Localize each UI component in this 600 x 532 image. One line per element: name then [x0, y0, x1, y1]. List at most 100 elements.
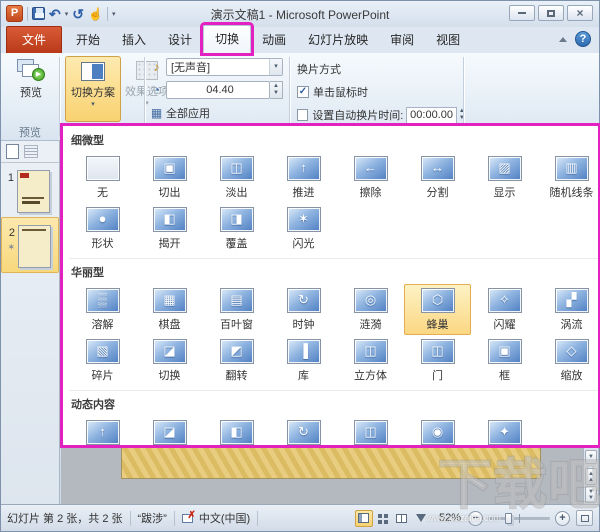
transition-item[interactable]: ▞ 涡流: [538, 284, 598, 335]
tab-item[interactable]: 动画: [251, 27, 297, 53]
close-button[interactable]: ×: [567, 5, 593, 21]
slide-canvas[interactable]: [121, 448, 541, 479]
spin-down-icon[interactable]: ▼: [457, 115, 467, 122]
sound-dropdown[interactable]: [无声音] ▾: [166, 57, 283, 76]
transition-item[interactable]: ↑ 推进: [270, 152, 337, 203]
transition-indicator-star-icon[interactable]: ✶: [5, 242, 15, 253]
auto-advance-time-input[interactable]: 00:00.00: [406, 106, 457, 124]
on-mouse-click-option[interactable]: ✓ 单击鼠标时: [297, 82, 467, 102]
zoom-slider-thumb[interactable]: [504, 512, 512, 524]
tab-active[interactable]: 切换: [203, 25, 252, 53]
auto-advance-option[interactable]: 设置自动换片时间: 00:00.00 ▲ ▼: [297, 105, 467, 125]
transition-item[interactable]: ◪ 切换: [136, 335, 203, 386]
theme-name[interactable]: “跋涉”: [138, 510, 167, 526]
spin-up-icon[interactable]: ▲: [270, 83, 282, 90]
help-button[interactable]: ?: [575, 31, 591, 47]
minimize-button[interactable]: [509, 5, 535, 21]
previous-slide-button[interactable]: ▲ ▲: [585, 468, 597, 485]
tab-item[interactable]: 插入: [111, 27, 157, 53]
transition-item[interactable]: ↑平移: [69, 416, 136, 445]
apply-to-all-button[interactable]: ▦ 全部应用: [149, 103, 283, 122]
tab-item[interactable]: 视图: [425, 27, 471, 53]
checkbox-checked-icon[interactable]: ✓: [297, 86, 309, 98]
status-bar: 幻灯片 第 2 张，共 2 张 “跋涉” ✗ 中文(中国) 52% − +: [1, 504, 599, 531]
sound-value: [无声音]: [171, 61, 211, 74]
slideshow-button[interactable]: [412, 510, 430, 527]
duration-input[interactable]: 04.40: [166, 80, 270, 99]
transition-item[interactable]: ◧传送带: [203, 416, 270, 445]
zoom-level[interactable]: 52%: [439, 512, 461, 524]
transition-item[interactable]: ↻ 时钟: [270, 284, 337, 335]
outline-tab-icon[interactable]: [24, 145, 38, 158]
slide-sorter-button[interactable]: [374, 510, 392, 527]
checkbox-unchecked-icon[interactable]: [297, 109, 309, 121]
tab-item[interactable]: 设计: [157, 27, 203, 53]
slide-thumbnail[interactable]: [17, 170, 50, 213]
slide-thumbnail-row[interactable]: 2 ✶: [1, 217, 59, 273]
transition-item[interactable]: ● 形状: [69, 203, 136, 254]
zoom-slider[interactable]: [488, 512, 550, 524]
spell-check-icon[interactable]: ✗: [181, 510, 196, 524]
spin-down-icon[interactable]: ▼: [270, 90, 282, 97]
spin-up-icon[interactable]: ▲: [457, 108, 467, 115]
transition-item[interactable]: ◫ 立方体: [337, 335, 404, 386]
reading-view-button[interactable]: [393, 510, 411, 527]
next-slide-button[interactable]: ▼ ▼: [585, 486, 597, 503]
transition-item[interactable]: ◉轨道: [404, 416, 471, 445]
slides-tab-icon[interactable]: [6, 144, 19, 159]
collapse-ribbon-icon[interactable]: [559, 36, 567, 42]
transition-item[interactable]: ◩ 翻转: [203, 335, 270, 386]
transition-item[interactable]: ▤ 百叶窗: [203, 284, 270, 335]
transition-label: 百叶窗: [220, 319, 253, 331]
transition-item[interactable]: ▐ 库: [270, 335, 337, 386]
fit-to-window-icon: [580, 514, 589, 522]
transition-item[interactable]: ✶ 闪光: [270, 203, 337, 254]
transition-item[interactable]: ◫ 门: [404, 335, 471, 386]
transition-item[interactable]: ◧ 揭开: [136, 203, 203, 254]
tab-item[interactable]: 开始: [65, 27, 111, 53]
transition-item[interactable]: ▨ 显示: [471, 152, 538, 203]
transition-item[interactable]: ↔ 分割: [404, 152, 471, 203]
transition-scheme-button[interactable]: 切换方案 ▾: [65, 56, 121, 122]
transition-label: 无: [97, 187, 108, 199]
duration-spinner[interactable]: ▲ ▼: [270, 80, 283, 99]
reading-view-icon: [396, 513, 408, 523]
zoom-out-button[interactable]: −: [468, 510, 483, 526]
tab-item[interactable]: 幻灯片放映: [297, 27, 379, 53]
transition-item[interactable]: ▒ 溶解: [69, 284, 136, 335]
chevron-down-icon[interactable]: ▾: [269, 58, 282, 75]
restore-icon: [547, 9, 555, 17]
transition-item[interactable]: 无: [69, 152, 136, 203]
auto-advance-spinner[interactable]: ▲ ▼: [457, 107, 467, 124]
transition-item[interactable]: ↻旋转: [270, 416, 337, 445]
tab-file[interactable]: 文件: [6, 26, 63, 53]
transition-item[interactable]: ✧ 闪耀: [471, 284, 538, 335]
transition-item[interactable]: ◇ 缩放: [538, 335, 598, 386]
transition-item[interactable]: ← 擦除: [337, 152, 404, 203]
transition-icon: ▤: [219, 288, 254, 313]
slide-thumbnail-row[interactable]: 1: [1, 163, 59, 217]
normal-view-button[interactable]: [354, 509, 373, 527]
transition-item[interactable]: ✦飞过: [471, 416, 538, 445]
transition-item[interactable]: ▥ 随机线条: [538, 152, 598, 203]
language-indicator[interactable]: 中文(中国): [199, 510, 250, 526]
transition-item[interactable]: ◨ 覆盖: [203, 203, 270, 254]
transition-label: 切出: [158, 187, 181, 199]
transition-item[interactable]: ⬡ 蜂巢: [404, 284, 471, 335]
scroll-down-button[interactable]: ▼: [585, 450, 597, 464]
transition-item[interactable]: ◎ 涟漪: [337, 284, 404, 335]
transition-item[interactable]: ▣ 切出: [136, 152, 203, 203]
tab-item[interactable]: 审阅: [379, 27, 425, 53]
restore-button[interactable]: [538, 5, 564, 21]
transition-item[interactable]: ▣ 框: [471, 335, 538, 386]
fit-to-window-button[interactable]: [576, 510, 593, 526]
transition-item[interactable]: ▧ 碎片: [69, 335, 136, 386]
slide-thumbnail[interactable]: [18, 225, 51, 268]
transition-item[interactable]: ◪摩天轮: [136, 416, 203, 445]
zoom-in-button[interactable]: +: [555, 510, 570, 526]
transition-item[interactable]: ▦ 棋盘: [136, 284, 203, 335]
transition-item[interactable]: ◫窗口: [337, 416, 404, 445]
transition-icon: ▧: [85, 339, 120, 364]
preview-button[interactable]: ▶ 预览: [9, 57, 53, 100]
transition-item[interactable]: ◫ 淡出: [203, 152, 270, 203]
